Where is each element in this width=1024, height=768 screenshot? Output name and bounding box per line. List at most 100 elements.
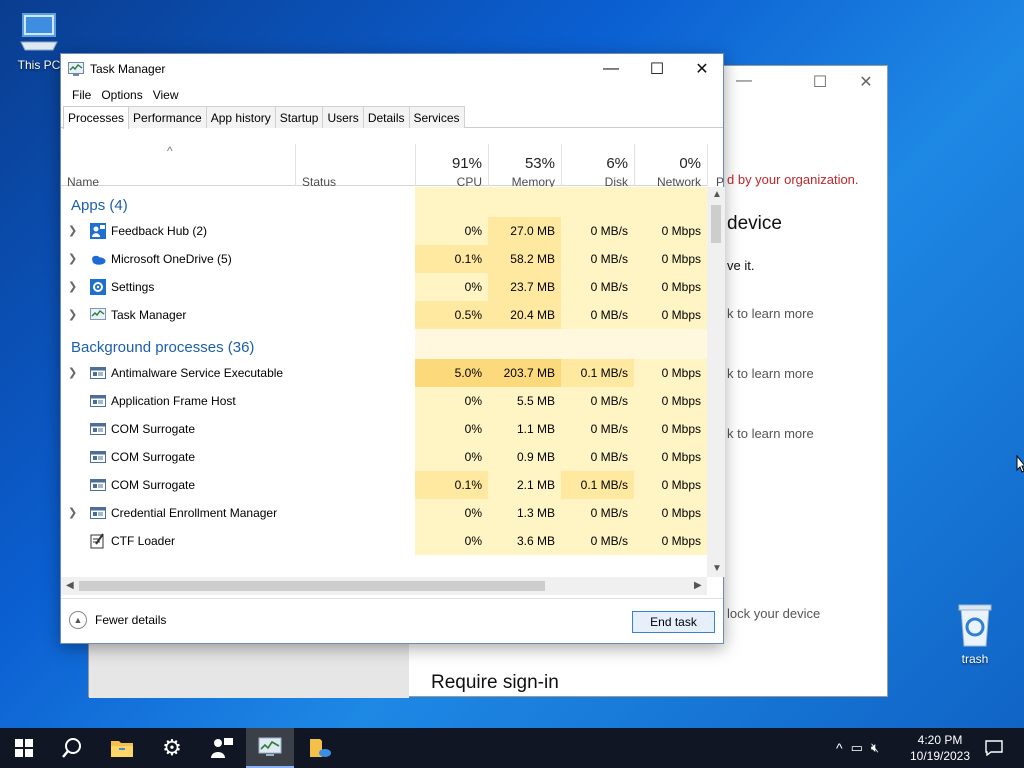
bg-minimize-icon[interactable]: — (729, 72, 759, 90)
fewer-details-button[interactable]: ▲ Fewer details (69, 611, 166, 629)
menu-bar: File Options View (61, 84, 723, 106)
process-window-icon (90, 505, 106, 521)
process-row[interactable]: ❯ Microsoft OneDrive (5) 0.1% 58.2 MB 0 MB/s… (61, 245, 707, 273)
heat-cell (634, 329, 707, 359)
this-pc-label: This PC (17, 58, 61, 72)
tab-strip: Processes Performance App history Startu… (61, 106, 723, 129)
column-header-disk[interactable]: 6% Disk (561, 144, 634, 188)
network-icon[interactable]: ▭ (851, 740, 863, 756)
footer-bar: ▲ Fewer details End task (61, 598, 723, 643)
maximize-button[interactable]: ☐ (634, 54, 680, 84)
file-explorer-button[interactable] (98, 728, 146, 768)
process-row[interactable]: ❯ Credential Enrollment Manager 0% 1.3 MB 0 … (61, 499, 707, 527)
start-button[interactable] (0, 728, 48, 768)
bg-learn-more-link-1[interactable]: k to learn more (727, 306, 814, 321)
title-bar[interactable]: Task Manager — ☐ ✕ (61, 54, 723, 84)
menu-options[interactable]: Options (96, 84, 147, 106)
bg-learn-more-link-2[interactable]: k to learn more (727, 366, 814, 381)
process-row[interactable]: ❯ Feedback Hub (2) 0% 27.0 MB 0 MB/s 0 Mbps (61, 217, 707, 245)
scroll-left-icon[interactable]: ◀ (66, 580, 74, 591)
expand-chevron-icon[interactable]: ❯ (68, 499, 77, 527)
expand-chevron-icon[interactable]: ❯ (68, 245, 77, 273)
heat-cell (415, 329, 488, 359)
cpu-cell: 0% (415, 527, 488, 555)
expand-chevron-icon[interactable]: ❯ (68, 359, 77, 387)
settings-taskbar-button[interactable]: ⚙ (148, 728, 196, 768)
column-header-cpu[interactable]: 91% CPU (415, 144, 488, 188)
column-header-memory[interactable]: 53% Memory (488, 144, 561, 188)
notifications-button[interactable] (970, 728, 1018, 768)
volume-muted-icon[interactable]: 🔇︎ (871, 740, 879, 756)
process-row[interactable]: ❯ Task Manager 0.5% 20.4 MB 0 MB/s 0 Mbps (61, 301, 707, 329)
tab-services[interactable]: Services (408, 106, 465, 128)
group-header-apps[interactable]: Apps (4) (61, 187, 707, 217)
task-manager-icon (258, 737, 282, 756)
bg-learn-more-link-3[interactable]: k to learn more (727, 426, 814, 441)
tab-performance[interactable]: Performance (128, 106, 207, 128)
expand-chevron-icon[interactable]: ❯ (68, 301, 77, 329)
taskbar-clock[interactable]: 4:20 PM 10/19/2023 (905, 732, 975, 764)
column-header-network[interactable]: 0% Network (634, 144, 707, 188)
menu-file[interactable]: File (67, 84, 96, 106)
tab-processes[interactable]: Processes (63, 106, 130, 129)
search-icon (62, 738, 81, 758)
disk-cell: 0 MB/s (561, 443, 634, 471)
group-header-background[interactable]: Background processes (36) (61, 329, 707, 359)
process-rows: Apps (4) ❯ Feedback Hub (2) 0% 27.0 MB 0 MB/… (61, 187, 707, 577)
memory-cell: 20.4 MB (488, 301, 561, 329)
memory-cell: 3.6 MB (488, 527, 561, 555)
disk-cell: 0 MB/s (561, 415, 634, 443)
tab-users[interactable]: Users (322, 106, 364, 128)
vertical-scrollbar[interactable]: ▲ ▼ (707, 187, 725, 577)
process-row[interactable]: COM Surrogate 0% 0.9 MB 0 MB/s 0 Mbps (61, 443, 707, 471)
tab-details[interactable]: Details (362, 106, 410, 128)
mouse-cursor-icon (1016, 455, 1024, 473)
scroll-up-icon[interactable]: ▲ (712, 189, 722, 200)
process-name: Feedback Hub (2) (111, 224, 208, 238)
scroll-right-icon[interactable]: ▶ (694, 580, 702, 591)
bg-heading: device (727, 213, 782, 234)
column-header-row: ^ Name Status 91% CPU 53% Memory 6% Disk… (61, 144, 724, 188)
vertical-scroll-thumb[interactable] (711, 205, 721, 243)
bg-maximize-icon[interactable]: ☐ (805, 72, 835, 92)
cpu-cell: 0% (415, 217, 488, 245)
process-row[interactable]: COM Surrogate 0% 1.1 MB 0 MB/s 0 Mbps (61, 415, 707, 443)
horizontal-scrollbar[interactable]: ◀ ▶ (61, 577, 707, 595)
task-manager-taskbar-button[interactable] (246, 728, 294, 768)
desktop-icon-trash[interactable]: trash (940, 602, 1010, 666)
bg-line-text: ve it. (727, 258, 755, 273)
bg-organization-text: d by your organization. (727, 172, 859, 187)
onedrive-folder-taskbar-button[interactable] (296, 728, 344, 768)
process-row[interactable]: COM Surrogate 0.1% 2.1 MB 0.1 MB/s 0 Mbps (61, 471, 707, 499)
expand-chevron-icon[interactable]: ❯ (68, 217, 77, 245)
column-header-name[interactable]: ^ Name (61, 144, 295, 188)
scroll-down-icon[interactable]: ▼ (712, 563, 722, 574)
trash-label: trash (961, 652, 989, 666)
process-row[interactable]: Application Frame Host 0% 5.5 MB 0 MB/s 0 Mb… (61, 387, 707, 415)
cpu-cell: 0% (415, 443, 488, 471)
bg-left-pane (89, 644, 409, 697)
feedback-hub-taskbar-button[interactable] (198, 728, 246, 768)
bg-close-icon[interactable]: ✕ (851, 72, 881, 92)
close-button[interactable]: ✕ (679, 54, 725, 84)
feedback-hub-icon (90, 223, 106, 239)
bg-lock-text: lock your device (727, 606, 821, 621)
expand-chevron-icon[interactable]: ❯ (68, 273, 77, 301)
disk-cell: 0 MB/s (561, 217, 634, 245)
tab-startup[interactable]: Startup (274, 106, 324, 128)
process-row[interactable]: ❯ Settings 0% 23.7 MB 0 MB/s 0 Mbps (61, 273, 707, 301)
horizontal-scroll-thumb[interactable] (79, 581, 545, 591)
column-header-power[interactable]: P (707, 144, 725, 188)
tray-chevron-up-icon[interactable]: ^ (836, 740, 843, 756)
minimize-button[interactable]: — (588, 54, 634, 84)
end-task-button[interactable]: End task (632, 611, 715, 633)
process-row[interactable]: CTF Loader 0% 3.6 MB 0 MB/s 0 Mbps (61, 527, 707, 555)
search-button[interactable] (48, 728, 96, 768)
process-row[interactable]: ❯ Antimalware Service Executable 5.0% 203.7… (61, 359, 707, 387)
task-manager-window[interactable]: Task Manager — ☐ ✕ File Options View Pro… (60, 53, 725, 644)
memory-cell: 2.1 MB (488, 471, 561, 499)
column-header-status[interactable]: Status (295, 144, 415, 188)
disk-cell: 0 MB/s (561, 245, 634, 273)
tab-app-history[interactable]: App history (205, 106, 276, 128)
menu-view[interactable]: View (148, 84, 184, 106)
